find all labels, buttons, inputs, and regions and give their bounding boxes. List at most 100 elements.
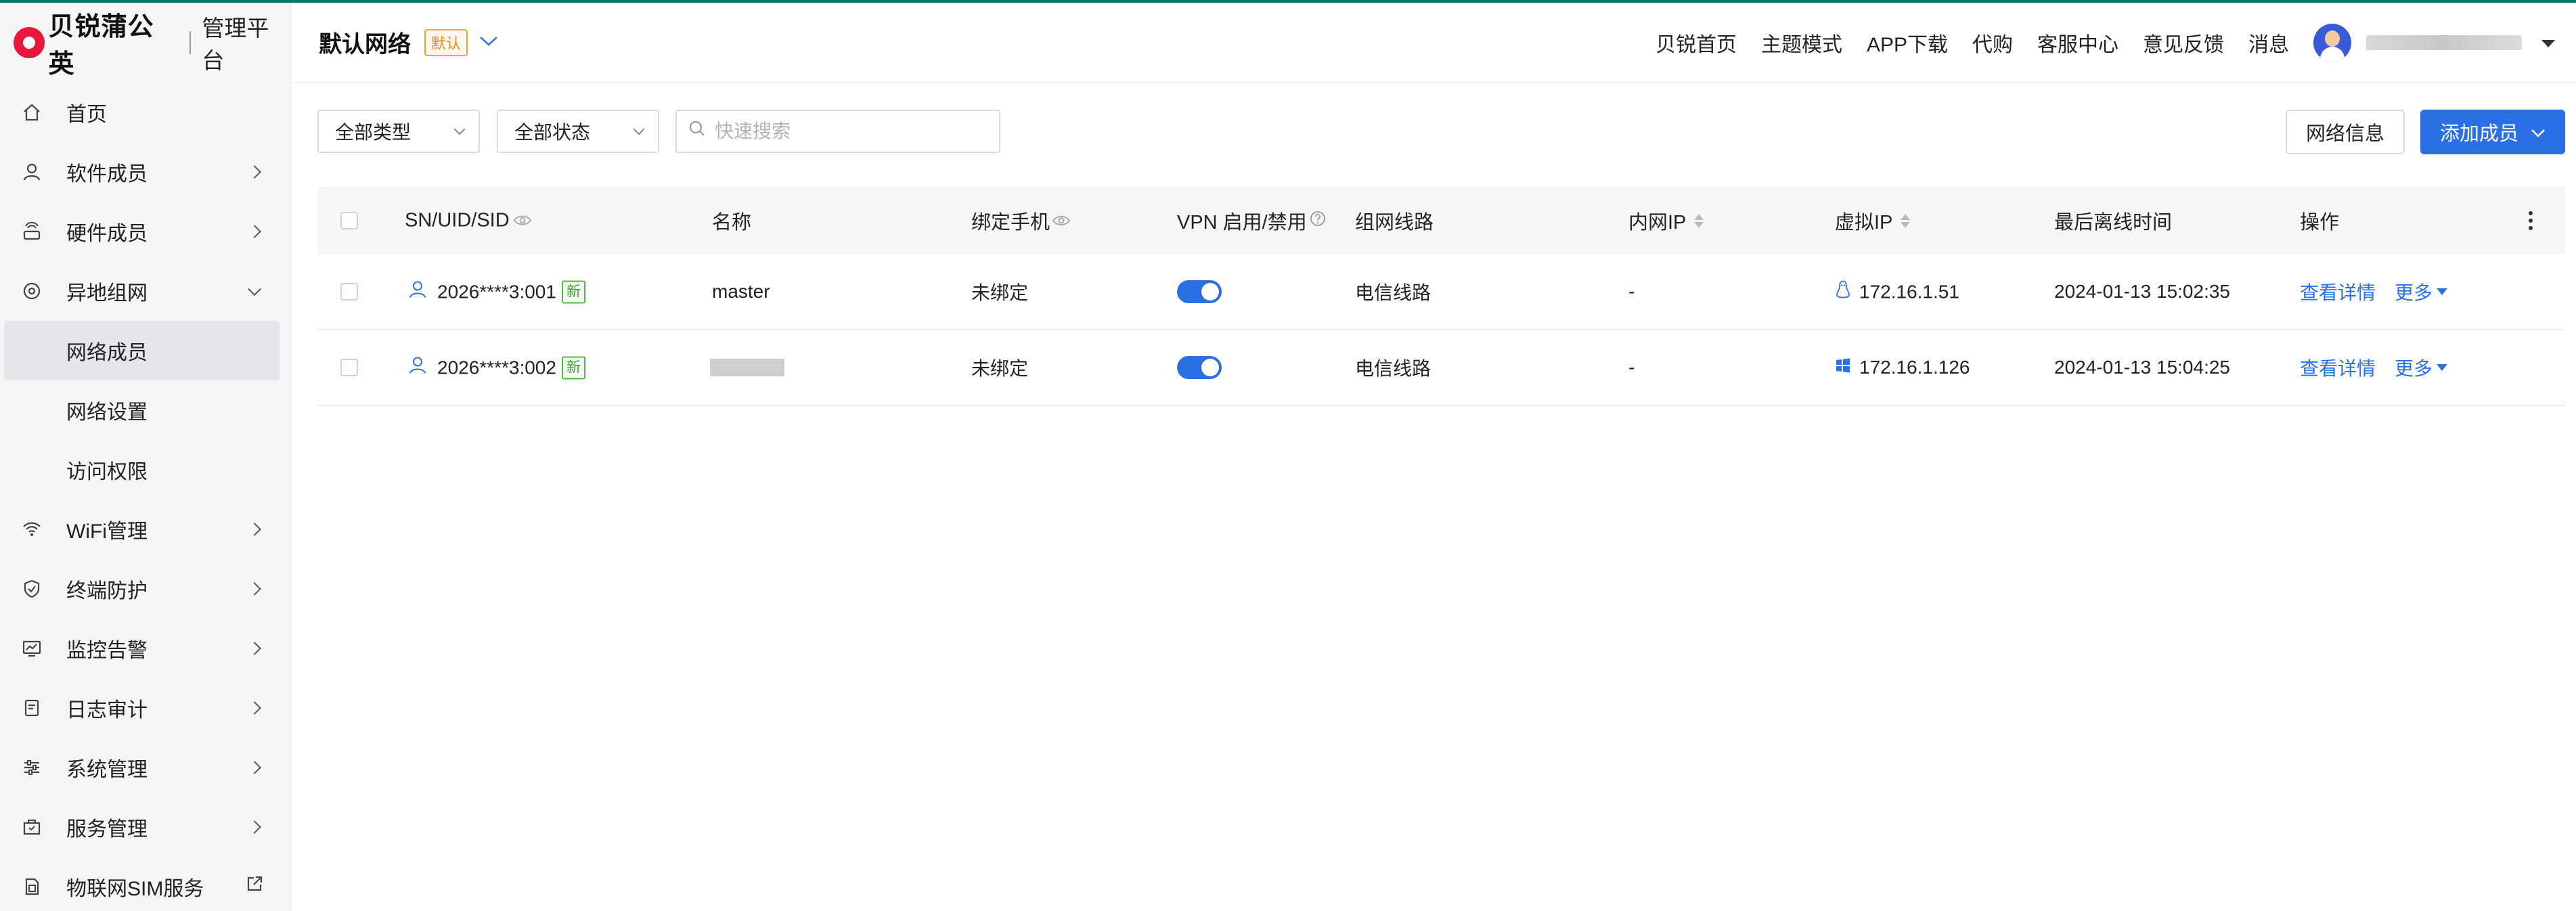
link-theme-mode[interactable]: 主题模式 bbox=[1761, 28, 1842, 58]
caret-down-icon bbox=[2437, 364, 2448, 371]
column-actions: 操作 bbox=[2300, 212, 2340, 234]
sidebar-item-endpoint-protection[interactable]: 终端防护 bbox=[0, 559, 290, 619]
row-checkbox[interactable] bbox=[340, 359, 358, 376]
sidebar-item-log-audit[interactable]: 日志审计 bbox=[0, 678, 290, 738]
chevron-right-icon bbox=[248, 701, 261, 715]
search-icon bbox=[688, 119, 707, 143]
phone-cell: 未绑定 bbox=[971, 358, 1029, 379]
column-phone: 绑定手机 bbox=[971, 206, 1071, 235]
sn-cell: 2026****3:002 新 bbox=[407, 355, 585, 380]
vpn-toggle[interactable] bbox=[1177, 356, 1222, 379]
avatar[interactable] bbox=[2313, 24, 2351, 62]
route-cell: 电信线路 bbox=[1355, 282, 1431, 303]
chevron-right-icon bbox=[248, 523, 261, 536]
sidebar-item-label: 监控告警 bbox=[66, 640, 148, 662]
chevron-down-icon bbox=[2531, 121, 2546, 143]
username-redacted[interactable] bbox=[2366, 35, 2522, 50]
chevron-down-icon[interactable] bbox=[2541, 32, 2556, 54]
link-beirui-home[interactable]: 贝锐首页 bbox=[1656, 28, 1737, 58]
shield-icon bbox=[20, 577, 43, 600]
view-details-link[interactable]: 查看详情 bbox=[2300, 354, 2376, 381]
sidebar-item-software-members[interactable]: 软件成员 bbox=[0, 142, 290, 202]
sidebar-item-monitoring[interactable]: 监控告警 bbox=[0, 619, 290, 678]
more-dropdown[interactable]: 更多 bbox=[2395, 278, 2448, 305]
actions-cell: 查看详情 更多 bbox=[2300, 354, 2448, 381]
actions-cell: 查看详情 更多 bbox=[2300, 278, 2448, 305]
eye-icon[interactable] bbox=[1052, 210, 1071, 232]
header-links: 贝锐首页 主题模式 APP下载 代购 客服中心 意见反馈 消息 bbox=[1631, 3, 2556, 83]
column-virtual-ip[interactable]: 虚拟IP bbox=[1835, 206, 1911, 235]
default-badge: 默认 bbox=[424, 28, 468, 56]
sidebar-item-label: WiFi管理 bbox=[66, 520, 148, 543]
help-icon[interactable] bbox=[1310, 210, 1326, 232]
column-settings-kebab-icon[interactable] bbox=[2529, 211, 2533, 230]
sidebar-item-service-management[interactable]: 服务管理 bbox=[0, 797, 290, 857]
sort-icon[interactable] bbox=[1901, 213, 1911, 228]
settings-sliders-icon bbox=[20, 756, 43, 779]
sim-icon bbox=[20, 875, 43, 898]
linux-icon bbox=[1835, 280, 1851, 304]
status-filter-select[interactable]: 全部状态 bbox=[497, 110, 659, 153]
name-cell-redacted bbox=[710, 359, 784, 376]
sidebar-item-system-management[interactable]: 系统管理 bbox=[0, 738, 290, 797]
search-input[interactable] bbox=[715, 120, 985, 142]
link-customer-service[interactable]: 客服中心 bbox=[2037, 28, 2118, 58]
eye-icon[interactable] bbox=[513, 210, 531, 232]
sidebar-item-label: 服务管理 bbox=[66, 818, 148, 841]
chevron-right-icon bbox=[248, 582, 261, 596]
chevron-right-icon bbox=[248, 225, 261, 238]
sidebar-item-hardware-members[interactable]: 硬件成员 bbox=[0, 202, 290, 261]
chevron-down-icon[interactable] bbox=[479, 31, 499, 53]
chevron-down-icon bbox=[248, 282, 261, 296]
link-purchase-agent[interactable]: 代购 bbox=[1972, 28, 2013, 58]
sidebar-item-label: 软件成员 bbox=[66, 163, 148, 185]
network-info-button[interactable]: 网络信息 bbox=[2286, 110, 2405, 154]
column-lan-ip[interactable]: 内网IP bbox=[1628, 206, 1704, 235]
network-title[interactable]: 默认网络 bbox=[319, 26, 411, 59]
sidebar-item-home[interactable]: 首页 bbox=[0, 83, 290, 142]
add-member-button[interactable]: 添加成员 bbox=[2420, 110, 2565, 154]
search-box[interactable] bbox=[675, 110, 1000, 153]
link-messages[interactable]: 消息 bbox=[2248, 28, 2289, 58]
table-row: 2026****3:001 新 master 未绑定 电信线路 - 172.16… bbox=[317, 254, 2565, 330]
sidebar-subitem-network-settings[interactable]: 网络设置 bbox=[0, 380, 290, 440]
link-app-download[interactable]: APP下载 bbox=[1867, 28, 1948, 58]
lan-ip-cell: - bbox=[1628, 357, 1635, 378]
link-feedback[interactable]: 意见反馈 bbox=[2143, 28, 2224, 58]
sidebar-subitem-label: 访问权限 bbox=[66, 461, 148, 483]
windows-icon bbox=[1835, 357, 1851, 378]
sidebar-item-label: 硬件成员 bbox=[66, 223, 148, 245]
sidebar-item-remote-network[interactable]: 异地组网 bbox=[0, 261, 290, 321]
sn-value: 2026****3:002 bbox=[437, 357, 556, 378]
chevron-right-icon bbox=[248, 165, 261, 179]
row-checkbox[interactable] bbox=[340, 283, 358, 301]
logo-divider bbox=[190, 31, 192, 54]
sort-icon[interactable] bbox=[1694, 213, 1704, 228]
chevron-right-icon bbox=[248, 761, 261, 774]
view-details-link[interactable]: 查看详情 bbox=[2300, 278, 2376, 305]
new-tag: 新 bbox=[561, 356, 585, 379]
chevron-right-icon bbox=[248, 642, 261, 655]
more-label: 更多 bbox=[2395, 282, 2433, 303]
sidebar-item-iot-sim[interactable]: 物联网SIM服务 bbox=[0, 857, 290, 911]
sidebar-item-wifi[interactable]: WiFi管理 bbox=[0, 499, 290, 559]
virtual-ip-value: 172.16.1.126 bbox=[1859, 357, 1970, 378]
user-icon bbox=[407, 280, 428, 305]
sidebar-nav: 首页 软件成员 硬件成员 异地组网 网络成员 网络设置 访问权限 WiFi管理 … bbox=[0, 83, 290, 911]
sidebar-subitem-access-permissions[interactable]: 访问权限 bbox=[0, 440, 290, 499]
sidebar-subitem-network-members[interactable]: 网络成员 bbox=[4, 321, 280, 380]
sn-cell: 2026****3:001 新 bbox=[407, 280, 585, 305]
chevron-down-icon bbox=[453, 123, 466, 135]
chevron-right-icon bbox=[248, 820, 261, 834]
column-route: 组网线路 bbox=[1355, 212, 1434, 234]
name-cell: master bbox=[712, 281, 770, 302]
select-all-checkbox[interactable] bbox=[340, 212, 358, 229]
wifi-icon bbox=[20, 518, 43, 541]
type-filter-select[interactable]: 全部类型 bbox=[317, 110, 480, 153]
more-dropdown[interactable]: 更多 bbox=[2395, 354, 2448, 381]
vpn-toggle[interactable] bbox=[1177, 280, 1222, 303]
new-tag: 新 bbox=[561, 280, 585, 303]
sidebar-subitem-label: 网络成员 bbox=[66, 342, 148, 364]
brand-logo[interactable]: 贝锐蒲公英 管理平台 bbox=[0, 3, 290, 83]
user-icon bbox=[20, 160, 43, 183]
